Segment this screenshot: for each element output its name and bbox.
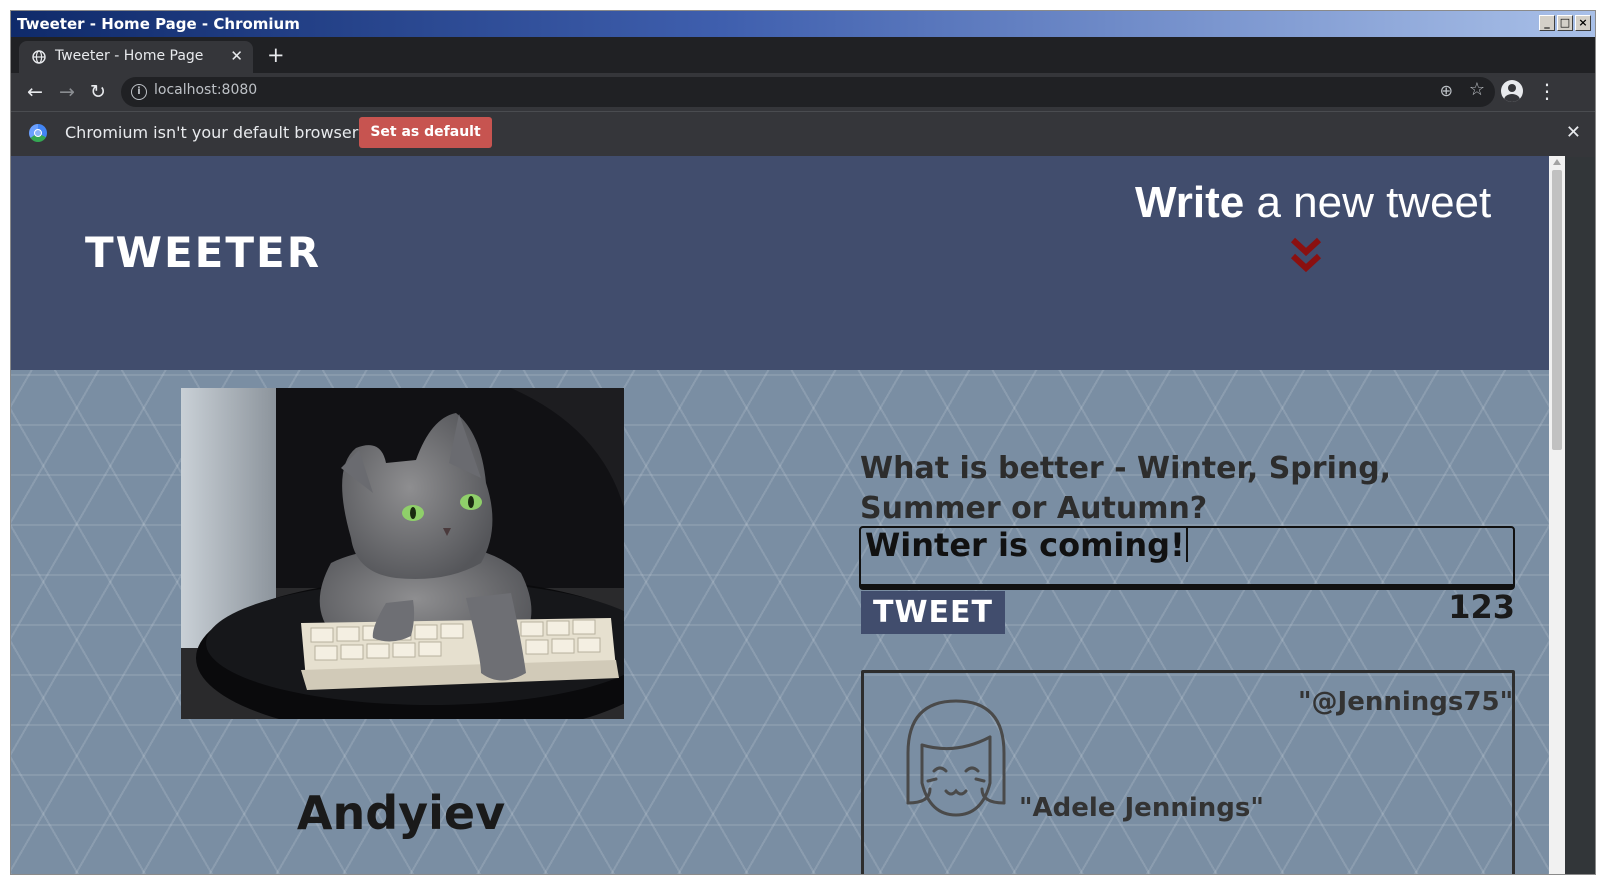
tab-strip: Tweeter - Home Page ✕ +	[11, 37, 1595, 73]
tweet-card: "@Jennings75" "Adele Jennings"	[861, 670, 1515, 874]
tab-home-page[interactable]: Tweeter - Home Page ✕	[19, 41, 253, 73]
write-heading-bold: Write	[1135, 178, 1245, 227]
tab-close-icon[interactable]: ✕	[230, 47, 243, 65]
double-chevron-down-icon[interactable]	[1289, 236, 1323, 276]
window-controls: _ □ ×	[1539, 15, 1591, 31]
browser-toolbar: ← → ↻ i localhost:8080 ⊕ ☆ ⋮	[11, 73, 1595, 111]
tweet-textarea-value: Winter is coming!	[865, 526, 1185, 564]
address-bar[interactable]: i localhost:8080 ⊕ ☆	[121, 77, 1495, 107]
chromium-logo-icon	[29, 124, 47, 142]
site-info-icon[interactable]: i	[131, 84, 147, 100]
kebab-menu-icon[interactable]: ⋮	[1537, 79, 1557, 103]
browser-window: Tweeter - Home Page - Chromium _ □ × Twe…	[10, 10, 1596, 875]
url-text[interactable]: localhost:8080	[154, 82, 257, 98]
zoom-icon[interactable]: ⊕	[1440, 81, 1453, 100]
tweet-submit-button[interactable]: Tweet	[861, 591, 1005, 634]
page-viewport: Tweeter Write a new tweet	[11, 156, 1549, 874]
maximize-icon[interactable]: □	[1557, 15, 1573, 31]
scroll-up-arrow-icon[interactable]	[1553, 159, 1561, 165]
set-as-default-button[interactable]: Set as default	[359, 117, 492, 148]
globe-icon	[32, 50, 46, 64]
bookmark-star-icon[interactable]: ☆	[1469, 79, 1485, 100]
default-browser-infobar: Chromium isn't your default browser Set …	[11, 111, 1595, 157]
text-caret	[1185, 528, 1188, 562]
write-heading-rest: a new tweet	[1244, 178, 1492, 227]
back-icon[interactable]: ←	[23, 80, 47, 104]
window-titlebar: Tweeter - Home Page - Chromium _ □ ×	[11, 11, 1595, 37]
character-counter: 123	[1448, 588, 1515, 626]
new-tab-button[interactable]: +	[267, 43, 285, 67]
close-icon[interactable]: ×	[1575, 15, 1591, 31]
write-tweet-toggle[interactable]: Write a new tweet	[1135, 178, 1491, 228]
window-title: Tweeter - Home Page - Chromium	[17, 15, 300, 33]
minimize-icon[interactable]: _	[1539, 15, 1555, 31]
tweet-author-name: "Adele Jennings"	[1019, 793, 1264, 823]
infobar-message: Chromium isn't your default browser	[65, 123, 359, 142]
infobar-close-icon[interactable]: ✕	[1566, 122, 1581, 143]
reload-icon[interactable]: ↻	[86, 80, 110, 104]
tweet-author-handle[interactable]: "@Jennings75"	[1298, 687, 1513, 717]
profile-avatar-icon[interactable]	[1501, 80, 1523, 102]
scrollbar-thumb[interactable]	[1552, 170, 1562, 450]
composer-question: What is better - Winter, Spring, Summer …	[860, 451, 1392, 526]
profile-username: Andyiev	[296, 786, 506, 840]
profile-cat-image	[181, 388, 624, 719]
site-header: Tweeter Write a new tweet	[11, 156, 1549, 370]
tab-title: Tweeter - Home Page	[55, 48, 204, 64]
forward-icon[interactable]: →	[55, 80, 79, 104]
tweet-textarea[interactable]: Winter is coming!	[859, 526, 1515, 590]
site-logo[interactable]: Tweeter	[85, 228, 321, 277]
girl-avatar-icon	[906, 699, 1006, 817]
page-scrollbar[interactable]	[1549, 156, 1565, 874]
